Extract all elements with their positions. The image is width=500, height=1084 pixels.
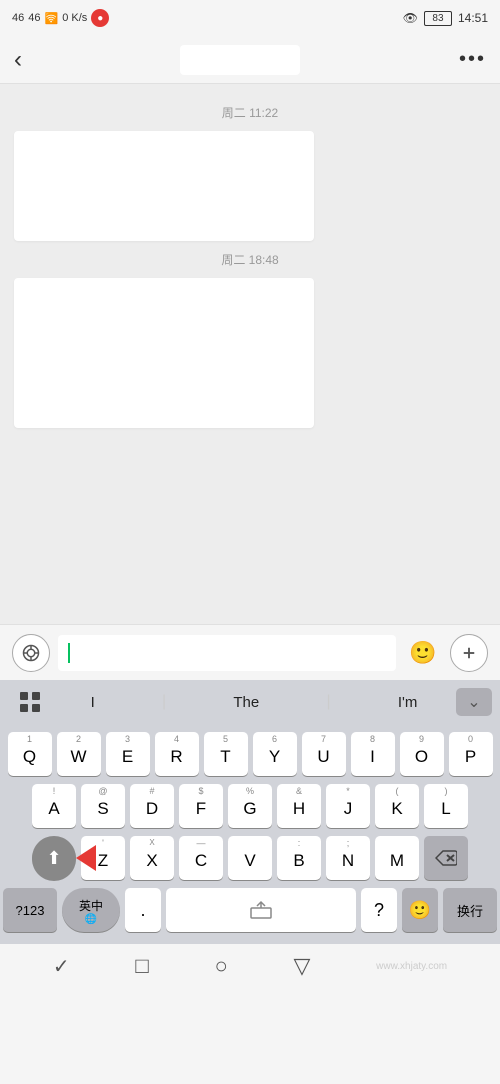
key-Y[interactable]: 6Y [253,732,297,776]
app-badge: ● [91,9,109,27]
timestamp-2: 周二 18:48 [0,251,500,268]
key-O[interactable]: 9O [400,732,444,776]
key-Q[interactable]: 1Q [8,732,52,776]
timestamp-1: 周二 11:22 [0,104,500,121]
space-key[interactable] [166,888,356,932]
more-button[interactable]: ••• [459,48,486,71]
globe-icon: 🌐 [85,914,97,925]
autocomplete-bar: I | The | I'm ⌄ [0,680,500,724]
signal-icon: 46 [12,12,24,24]
suggestion-2[interactable]: The [223,690,269,715]
key-row-zxc: ⬆ 'Z XX —C V :B ;N M [3,836,497,880]
key-V[interactable]: V [228,836,272,880]
key-T[interactable]: 5T [204,732,248,776]
text-cursor [68,643,70,663]
wifi-icon: 🛜 [45,12,59,25]
back-button[interactable]: ‹ [14,46,22,74]
watermark: www.xhjaty.com [376,961,447,972]
key-H[interactable]: &H [277,784,321,828]
data-speed: 0 K/s [62,12,87,24]
key-E[interactable]: 3E [106,732,150,776]
key-N[interactable]: ;N [326,836,370,880]
key-K[interactable]: (K [375,784,419,828]
add-button[interactable] [450,634,488,672]
enter-key[interactable]: 换行 [443,888,497,932]
grid-icon[interactable] [8,680,52,724]
message-bubble-2 [14,278,314,428]
key-P[interactable]: 0P [449,732,493,776]
backspace-key[interactable] [424,836,468,880]
nav-check-icon[interactable]: ✓ [53,954,70,979]
status-left: 46 46 🛜 0 K/s ● [12,9,109,27]
key-U[interactable]: 7U [302,732,346,776]
key-A[interactable]: !A [32,784,76,828]
lang-label: 英中 [79,897,103,914]
status-right: 👁 83 14:51 [403,11,488,26]
key-C[interactable]: —C [179,836,223,880]
key-M[interactable]: M [375,836,419,880]
num-switch-key[interactable]: ?123 [3,888,57,932]
keyboard: 1Q 2W 3E 4R 5T 6Y 7U 8I 9O 0P !A @S #D $… [0,724,500,944]
key-L[interactable]: )L [424,784,468,828]
nav-circle-icon[interactable]: ○ [214,953,227,979]
nav-square-icon[interactable]: □ [135,953,148,979]
suggestion-3[interactable]: I'm [388,690,428,715]
key-G[interactable]: %G [228,784,272,828]
battery-indicator: 83 [424,11,452,26]
dot-key[interactable]: . [125,888,161,932]
key-R[interactable]: 4R [155,732,199,776]
language-key[interactable]: 英中 🌐 [62,888,120,932]
eye-icon: 👁 [403,11,418,25]
key-X[interactable]: XX [130,836,174,880]
key-W[interactable]: 2W [57,732,101,776]
question-key[interactable]: ? [361,888,397,932]
red-arrow-indicator [76,845,96,871]
chat-area: 周二 11:22 周二 18:48 [0,84,500,624]
header-title [180,45,300,75]
shift-key[interactable]: ⬆ [32,836,76,880]
input-bar: 🙂 [0,624,500,680]
time-display: 14:51 [458,11,488,25]
key-F[interactable]: $F [179,784,223,828]
key-row-bottom: ?123 英中 🌐 . ? 🙂 换行 [3,888,497,932]
nav-triangle-icon[interactable]: ▽ [293,953,310,979]
key-D[interactable]: #D [130,784,174,828]
voice-button[interactable] [12,634,50,672]
message-input[interactable] [58,635,396,671]
message-wrapper-1 [0,131,500,241]
hide-suggestions-button[interactable]: ⌄ [456,688,492,716]
key-B[interactable]: :B [277,836,321,880]
emoji-button[interactable]: 🙂 [404,634,442,672]
key-row-asdf: !A @S #D $F %G &H *J (K )L [3,784,497,828]
key-row-numbers: 1Q 2W 3E 4R 5T 6Y 7U 8I 9O 0P [3,732,497,776]
status-bar: 46 46 🛜 0 K/s ● 👁 83 14:51 [0,0,500,36]
message-wrapper-2 [0,278,500,428]
key-I[interactable]: 8I [351,732,395,776]
emoji-key[interactable]: 🙂 [402,888,438,932]
autocomplete-suggestions: I | The | I'm [52,680,456,724]
suggestion-1[interactable]: I [81,690,105,715]
nav-bar: ✓ □ ○ ▽ www.xhjaty.com [0,944,500,988]
message-bubble-1 [14,131,314,241]
shift-icon: ⬆ [46,848,61,869]
chat-header: ‹ ••• [0,36,500,84]
signal-icon2: 46 [28,12,40,24]
key-S[interactable]: @S [81,784,125,828]
key-J[interactable]: *J [326,784,370,828]
